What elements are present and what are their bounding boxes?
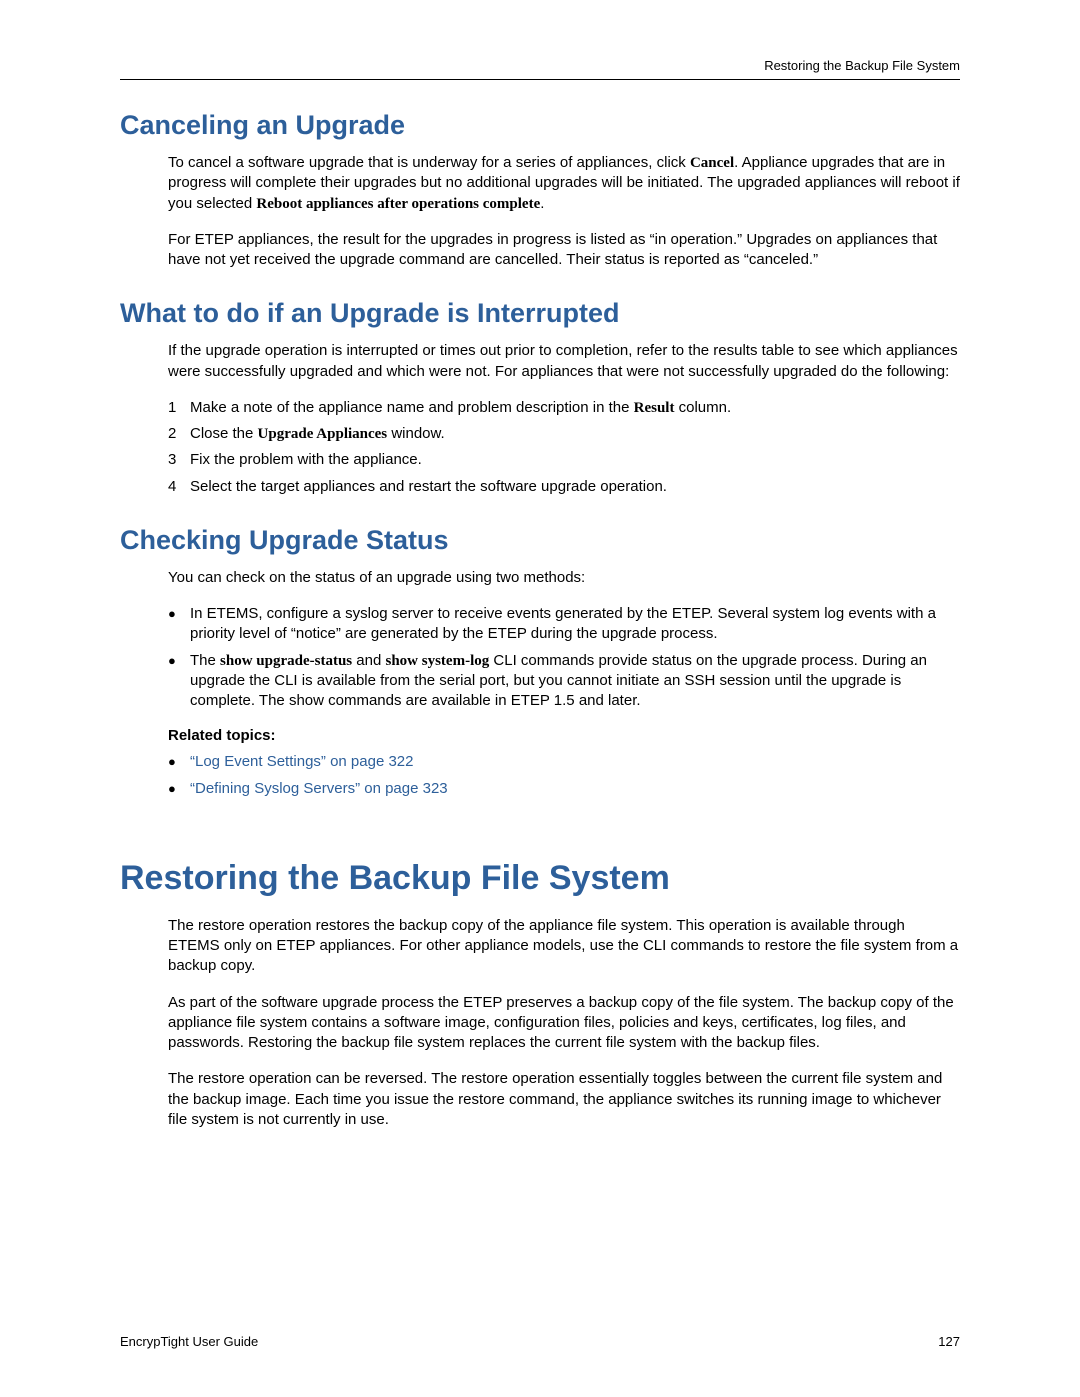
list-item: 4Select the target appliances and restar… — [168, 477, 960, 497]
list-item: 1Make a note of the appliance name and p… — [168, 398, 960, 418]
heading-upgrade-interrupted: What to do if an Upgrade is Interrupted — [120, 298, 960, 329]
related-topics-label: Related topics: — [168, 727, 960, 744]
list-item: ●The show upgrade-status and show system… — [168, 651, 960, 712]
para: You can check on the status of an upgrad… — [168, 568, 960, 588]
page-number: 127 — [938, 1334, 960, 1349]
bullet-icon: ● — [168, 752, 190, 772]
top-rule — [120, 79, 960, 80]
bullet-icon: ● — [168, 779, 190, 799]
list-item: 2Close the Upgrade Appliances window. — [168, 424, 960, 444]
para: To cancel a software upgrade that is und… — [168, 153, 960, 214]
body-checking: You can check on the status of an upgrad… — [168, 568, 960, 799]
para: As part of the software upgrade process … — [168, 993, 960, 1054]
footer: EncrypTight User Guide 127 — [120, 1334, 960, 1349]
heading-restoring-backup: Restoring the Backup File System — [120, 859, 960, 898]
list-item: 3Fix the problem with the appliance. — [168, 450, 960, 470]
bullet-icon: ● — [168, 651, 190, 712]
heading-canceling-upgrade: Canceling an Upgrade — [120, 110, 960, 141]
para: The restore operation can be reversed. T… — [168, 1069, 960, 1130]
body-interrupted: If the upgrade operation is interrupted … — [168, 341, 960, 497]
para: For ETEP appliances, the result for the … — [168, 230, 960, 271]
link-log-event-settings[interactable]: “Log Event Settings” on page 322 — [190, 752, 414, 772]
para: The restore operation restores the backu… — [168, 916, 960, 977]
page: Restoring the Backup File System Canceli… — [0, 0, 1080, 1397]
body-canceling: To cancel a software upgrade that is und… — [168, 153, 960, 270]
bullet-list: ●In ETEMS, configure a syslog server to … — [168, 604, 960, 711]
heading-checking-status: Checking Upgrade Status — [120, 525, 960, 556]
numbered-list: 1Make a note of the appliance name and p… — [168, 398, 960, 497]
running-header: Restoring the Backup File System — [120, 58, 960, 73]
list-item: ●“Log Event Settings” on page 322 — [168, 752, 960, 772]
footer-title: EncrypTight User Guide — [120, 1334, 258, 1349]
related-topics-list: ●“Log Event Settings” on page 322 ●“Defi… — [168, 752, 960, 799]
bullet-icon: ● — [168, 604, 190, 645]
para: If the upgrade operation is interrupted … — [168, 341, 960, 382]
body-restoring: The restore operation restores the backu… — [168, 916, 960, 1130]
list-item: ●In ETEMS, configure a syslog server to … — [168, 604, 960, 645]
list-item: ●“Defining Syslog Servers” on page 323 — [168, 779, 960, 799]
link-defining-syslog-servers[interactable]: “Defining Syslog Servers” on page 323 — [190, 779, 448, 799]
